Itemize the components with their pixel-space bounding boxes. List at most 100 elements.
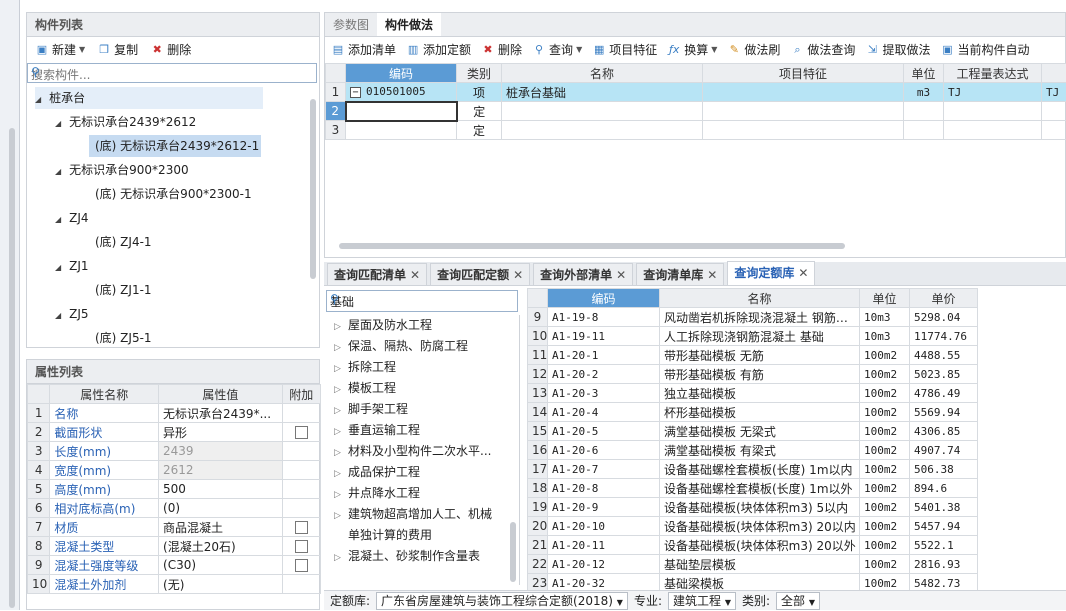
method-feature-cell[interactable] [703, 102, 904, 121]
quota-row[interactable]: 13A1-20-3独立基础模板100m24786.49 [528, 384, 978, 403]
tree-node[interactable]: ◢无标识承台2439*2612 [55, 111, 196, 133]
property-value[interactable]: (无) [159, 575, 283, 594]
quota-row[interactable]: 14A1-20-4杯形基础模板100m25569.94 [528, 403, 978, 422]
quota-row[interactable]: 21A1-20-11设备基础模板(块体体积m3) 20以外100m25522.1 [528, 536, 978, 555]
method-unit-cell[interactable] [904, 121, 944, 140]
method-col-extra[interactable] [1042, 64, 1066, 83]
category-item[interactable]: ▷建筑物超高增加人工、机械 [334, 504, 492, 525]
method-type-cell[interactable]: 项 [457, 83, 502, 102]
method-type-cell[interactable]: 定 [457, 121, 502, 140]
close-icon[interactable]: ✕ [707, 268, 717, 282]
category-item[interactable]: ▷保温、隔热、防腐工程 [334, 336, 468, 357]
category-item[interactable]: ▷垂直运输工程 [334, 420, 420, 441]
search-icon[interactable]: ⚲ [31, 65, 310, 79]
category-item[interactable]: ▷拆除工程 [334, 357, 396, 378]
tab-component-method[interactable]: 构件做法 [377, 13, 441, 36]
method-expression-cell[interactable]: TJ [944, 83, 1042, 102]
property-row[interactable]: 3长度(mm)2439 [28, 442, 321, 461]
method-row[interactable]: 3定 [326, 121, 1066, 140]
expand-arrow-icon[interactable]: ▷ [334, 401, 348, 422]
tree-node[interactable]: ◢桩承台 [35, 87, 263, 109]
quota-col-unit[interactable]: 单位 [860, 289, 910, 308]
tree-node[interactable]: ◢无标识承台900*2300 [55, 159, 189, 181]
method-delete-button[interactable]: ✖删除 [481, 37, 522, 63]
component-search-input[interactable]: 搜索构件... ⚲ [27, 63, 317, 83]
property-value[interactable]: 500 [159, 480, 283, 499]
tree-node[interactable]: (底) ZJ1-1 [75, 279, 152, 301]
property-value[interactable]: 无标识承台2439*... [159, 404, 283, 423]
method-name-cell[interactable]: 桩承台基础 [502, 83, 703, 102]
method-col-expression[interactable]: 工程量表达式 [944, 64, 1042, 83]
expand-arrow-icon[interactable]: ◢ [55, 305, 61, 327]
method-code-cell[interactable]: −010501005 [346, 83, 457, 102]
expand-arrow-icon[interactable]: ▷ [334, 380, 348, 401]
method-unit-cell[interactable] [904, 102, 944, 121]
convert-button[interactable]: ƒx换算▼ [667, 37, 717, 63]
tree-scrollbar[interactable] [310, 99, 316, 279]
method-extra-cell[interactable] [1042, 121, 1066, 140]
expand-arrow-icon[interactable]: ▷ [334, 506, 348, 527]
quota-col-name[interactable]: 名称 [660, 289, 860, 308]
quota-row[interactable]: 9A1-19-8风动凿岩机拆除现浇混凝土 钢筋…10m35298.04 [528, 308, 978, 327]
tree-node[interactable]: ◢ZJ5 [55, 303, 89, 325]
property-value[interactable]: 商品混凝土 [159, 518, 283, 537]
close-icon[interactable]: ✕ [513, 268, 523, 282]
method-query-button[interactable]: ⌕做法查询 [790, 37, 855, 63]
property-value[interactable]: 异形 [159, 423, 283, 442]
extra-checkbox[interactable] [295, 540, 308, 553]
category-item[interactable]: 单独计算的费用 [348, 525, 432, 546]
expand-arrow-icon[interactable]: ▷ [334, 422, 348, 443]
expand-arrow-icon[interactable]: ▷ [334, 548, 348, 569]
expand-arrow-icon[interactable]: ▷ [334, 443, 348, 464]
property-value[interactable]: (C30) [159, 556, 283, 575]
auto-method-button[interactable]: ▣当前构件自动 [940, 37, 1029, 63]
property-row[interactable]: 7材质商品混凝土 [28, 518, 321, 537]
category-scrollbar[interactable] [510, 522, 516, 582]
category-item[interactable]: ▷模板工程 [334, 378, 396, 399]
category-item[interactable]: ▷成品保护工程 [334, 462, 420, 483]
copy-button[interactable]: ❐复制 [97, 37, 138, 63]
property-row[interactable]: 2截面形状异形 [28, 423, 321, 442]
method-col-name[interactable]: 名称 [502, 64, 703, 83]
item-feature-button[interactable]: ▦项目特征 [592, 37, 657, 63]
quota-search-input[interactable]: 基础 ⚲ [326, 290, 518, 312]
method-expression-cell[interactable] [944, 121, 1042, 140]
quota-col-code[interactable]: 编码 [548, 289, 660, 308]
left-edge-scrollbar[interactable] [9, 128, 15, 608]
quota-row[interactable]: 22A1-20-12基础垫层模板100m22816.93 [528, 555, 978, 574]
property-value[interactable]: (0) [159, 499, 283, 518]
type-select[interactable]: 全部 ▼ [776, 592, 820, 610]
quota-row[interactable]: 10A1-19-11人工拆除现浇钢筋混凝土 基础10m311774.76 [528, 327, 978, 346]
extra-checkbox[interactable] [295, 559, 308, 572]
category-item[interactable]: ▷材料及小型构件二次水平... [334, 441, 491, 462]
delete-button[interactable]: ✖删除 [150, 37, 191, 63]
method-h-scrollbar[interactable] [339, 243, 845, 249]
quota-row[interactable]: 17A1-20-7设备基础螺栓套模板(长度) 1m以内100m2506.38 [528, 460, 978, 479]
tab-parameter-diagram[interactable]: 参数图 [325, 13, 377, 36]
expand-arrow-icon[interactable]: ▷ [334, 338, 348, 359]
method-type-cell[interactable]: 定 [457, 102, 502, 121]
method-code-cell[interactable] [346, 102, 457, 121]
quota-row[interactable]: 20A1-20-10设备基础模板(块体体积m3) 20以内100m25457.9… [528, 517, 978, 536]
add-list-button[interactable]: ▤添加清单 [331, 37, 396, 63]
property-value[interactable]: 2612 [159, 461, 283, 480]
quota-row[interactable]: 16A1-20-6满堂基础模板 有梁式100m24907.74 [528, 441, 978, 460]
expand-arrow-icon[interactable]: ◢ [35, 89, 41, 111]
close-icon[interactable]: ✕ [616, 268, 626, 282]
expand-arrow-icon[interactable]: ▷ [334, 317, 348, 338]
search-icon[interactable]: ⚲ [330, 292, 511, 306]
method-feature-cell[interactable] [703, 83, 904, 102]
expand-arrow-icon[interactable]: ◢ [55, 161, 61, 183]
method-extra-cell[interactable]: TJ [1042, 83, 1066, 102]
expand-arrow-icon[interactable]: ◢ [55, 113, 61, 135]
tree-node[interactable]: ◢ZJ1 [55, 255, 89, 277]
property-row[interactable]: 10混凝土外加剂(无) [28, 575, 321, 594]
expand-arrow-icon[interactable]: ◢ [55, 209, 61, 231]
extract-method-button[interactable]: ⇲提取做法 [865, 37, 930, 63]
method-col-type[interactable]: 类别 [457, 64, 502, 83]
major-select[interactable]: 建筑工程 ▼ [668, 592, 736, 610]
method-expression-cell[interactable] [944, 102, 1042, 121]
category-item[interactable]: ▷混凝土、砂浆制作含量表 [334, 546, 480, 567]
property-value[interactable]: (混凝土20石) [159, 537, 283, 556]
method-extra-cell[interactable] [1042, 102, 1066, 121]
